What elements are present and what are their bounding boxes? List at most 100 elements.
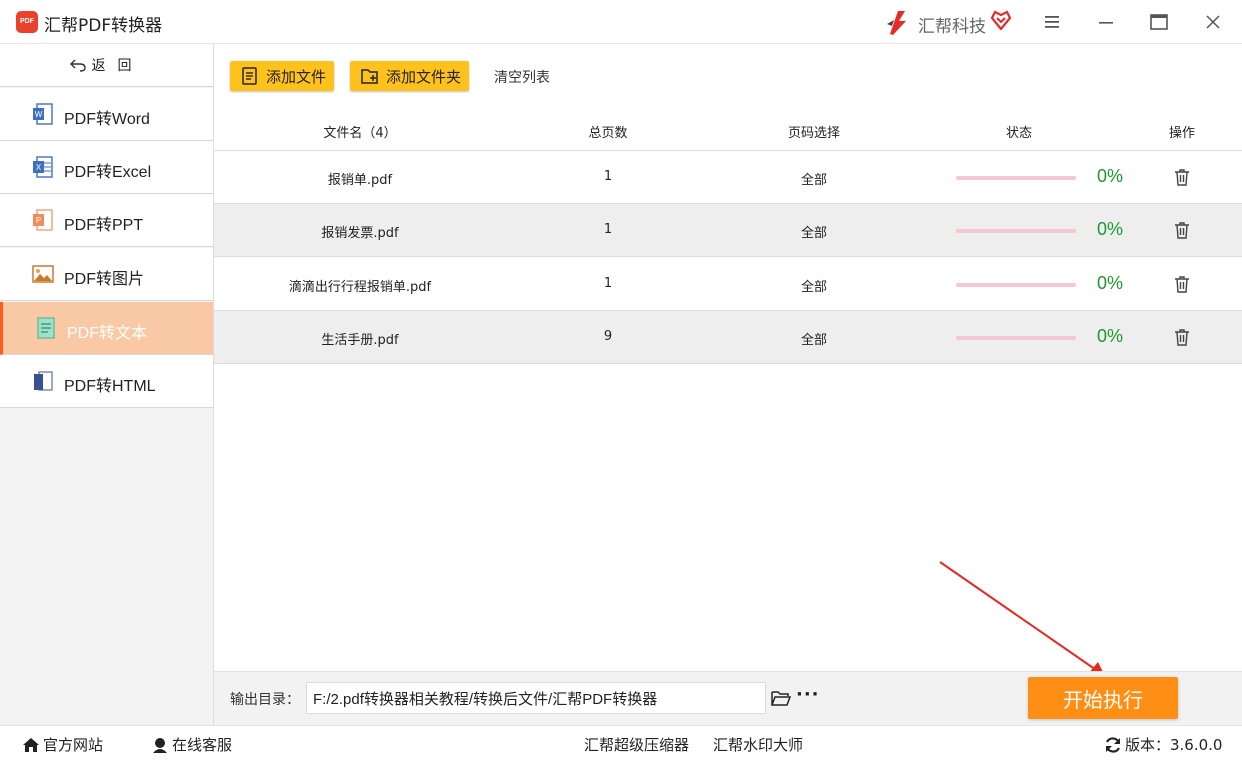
html-icon	[34, 371, 53, 391]
table-row[interactable]: 生活手册.pdf 9 全部 0%	[214, 311, 1242, 364]
header-total-pages: 总页数	[588, 126, 628, 141]
sidebar-item-label: PDF转文本	[67, 325, 148, 342]
back-button[interactable]: 返回	[0, 44, 213, 87]
support-label: 在线客服	[172, 736, 233, 754]
status-bar: 官方网站 在线客服 汇帮超级压缩器 汇帮水印大师 版本：3.6.0.0	[0, 725, 1242, 760]
app-logo-icon: PDF	[16, 11, 38, 33]
progress-percent: 0%	[1097, 326, 1124, 346]
page-range-cell[interactable]: 全部	[764, 169, 864, 188]
brand-name: 汇帮科技	[918, 17, 986, 37]
close-icon	[1206, 15, 1220, 29]
progress-bar	[956, 176, 1076, 180]
sidebar-item-pdf-to-excel[interactable]: X PDF转Excel	[0, 141, 213, 194]
sidebar-item-label: PDF转Excel	[64, 164, 152, 181]
progress-percent: 0%	[1097, 166, 1124, 186]
support-link[interactable]: 在线客服	[151, 734, 232, 755]
back-label: 返回	[91, 58, 144, 74]
svg-text:P: P	[36, 216, 41, 225]
hamburger-icon	[1045, 16, 1059, 28]
progress-percent: 0%	[1097, 273, 1124, 293]
heart-shield-icon[interactable]	[990, 10, 1012, 30]
page-range-cell[interactable]: 全部	[764, 222, 864, 241]
table-row[interactable]: 报销发票.pdf 1 全部 0%	[214, 204, 1242, 257]
sidebar-item-pdf-to-text[interactable]: PDF转文本	[0, 302, 213, 355]
header-action: 操作	[1168, 126, 1195, 141]
sidebar-item-label: PDF转HTML	[64, 378, 156, 395]
table-row[interactable]: 报销单.pdf 1 全部 0%	[214, 151, 1242, 204]
minimize-button[interactable]	[1091, 8, 1121, 36]
app-title: 汇帮PDF转换器	[44, 16, 163, 36]
progress-percent: 0%	[1097, 219, 1124, 239]
delete-icon[interactable]	[1172, 220, 1192, 240]
menu-button[interactable]	[1037, 8, 1067, 36]
page-count-cell: 1	[603, 222, 613, 237]
output-path-input[interactable]	[306, 682, 766, 714]
text-icon	[37, 317, 55, 339]
sidebar-item-pdf-to-html[interactable]: PDF转HTML	[0, 355, 213, 408]
file-table-header: 文件名（4） 总页数 页码选择 状态 操作	[214, 108, 1242, 151]
add-file-button[interactable]: 添加文件	[230, 61, 334, 91]
brand-logo-icon	[887, 11, 906, 35]
sidebar-item-label: PDF转PPT	[64, 217, 144, 234]
version-label: 版本：3.6.0.0	[1125, 736, 1223, 754]
file-name-cell: 生活手册.pdf	[321, 333, 399, 348]
header-page-range: 页码选择	[787, 126, 840, 141]
ppt-icon: P	[33, 209, 53, 231]
add-file-icon	[242, 67, 257, 85]
table-row[interactable]: 滴滴出行行程报销单.pdf 1 全部 0%	[214, 258, 1242, 311]
add-folder-label: 添加文件夹	[386, 67, 462, 86]
svg-text:W: W	[35, 110, 43, 119]
file-name-cell: 滴滴出行行程报销单.pdf	[288, 280, 432, 295]
more-options-button[interactable]: ···	[796, 684, 820, 705]
sidebar: 返回 W PDF转Word X PDF转Excel P PDF转PPT PDF转…	[0, 44, 214, 725]
sidebar-item-pdf-to-image[interactable]: PDF转图片	[0, 248, 213, 301]
image-icon	[32, 265, 54, 283]
sidebar-item-label: PDF转Word	[64, 111, 150, 128]
progress-bar	[956, 336, 1076, 340]
close-button[interactable]	[1198, 8, 1228, 36]
page-count-cell: 1	[603, 276, 613, 291]
page-range-cell[interactable]: 全部	[764, 276, 864, 295]
delete-icon[interactable]	[1172, 327, 1192, 347]
delete-icon[interactable]	[1172, 167, 1192, 187]
excel-icon: X	[33, 156, 53, 178]
version-info: 版本：3.6.0.0	[1104, 734, 1222, 755]
output-bar: 输出目录： ··· 开始执行	[214, 671, 1242, 725]
add-folder-icon	[361, 69, 378, 84]
headset-icon	[153, 737, 167, 753]
page-count-cell: 9	[603, 329, 613, 344]
progress-bar	[956, 229, 1076, 233]
page-range-cell[interactable]: 全部	[764, 329, 864, 348]
maximize-button[interactable]	[1144, 8, 1174, 36]
website-link[interactable]: 官方网站	[22, 734, 103, 755]
folder-open-icon[interactable]	[770, 687, 792, 709]
file-name-cell: 报销单.pdf	[327, 173, 393, 188]
start-button[interactable]: 开始执行	[1028, 677, 1178, 719]
back-arrow-icon	[69, 59, 86, 72]
watermark-link[interactable]: 汇帮水印大师	[713, 734, 803, 755]
sidebar-item-pdf-to-word[interactable]: W PDF转Word	[0, 88, 213, 141]
minimize-icon	[1099, 22, 1113, 24]
output-dir-label: 输出目录：	[230, 692, 300, 708]
svg-text:X: X	[36, 163, 42, 172]
add-file-label: 添加文件	[266, 67, 327, 86]
sidebar-item-label: PDF转图片	[64, 271, 145, 288]
progress-bar	[956, 283, 1076, 287]
clear-list-button[interactable]: 清空列表	[494, 67, 550, 87]
word-icon: W	[33, 103, 53, 125]
header-file-name: 文件名（4）	[323, 126, 397, 141]
add-folder-button[interactable]: 添加文件夹	[350, 61, 469, 91]
header-status: 状态	[1005, 126, 1032, 141]
file-name-cell: 报销发票.pdf	[321, 226, 399, 241]
page-count-cell: 1	[603, 169, 613, 184]
home-icon	[23, 737, 39, 752]
maximize-icon	[1150, 14, 1168, 30]
toolbar: 添加文件 添加文件夹 清空列表	[214, 44, 1242, 108]
website-label: 官方网站	[43, 736, 104, 754]
refresh-icon[interactable]	[1104, 736, 1122, 754]
compressor-link[interactable]: 汇帮超级压缩器	[584, 734, 689, 755]
annotation-arrow	[939, 561, 1106, 678]
title-bar: PDF 汇帮PDF转换器 汇帮科技	[0, 0, 1242, 44]
sidebar-item-pdf-to-ppt[interactable]: P PDF转PPT	[0, 194, 213, 247]
delete-icon[interactable]	[1172, 274, 1192, 294]
